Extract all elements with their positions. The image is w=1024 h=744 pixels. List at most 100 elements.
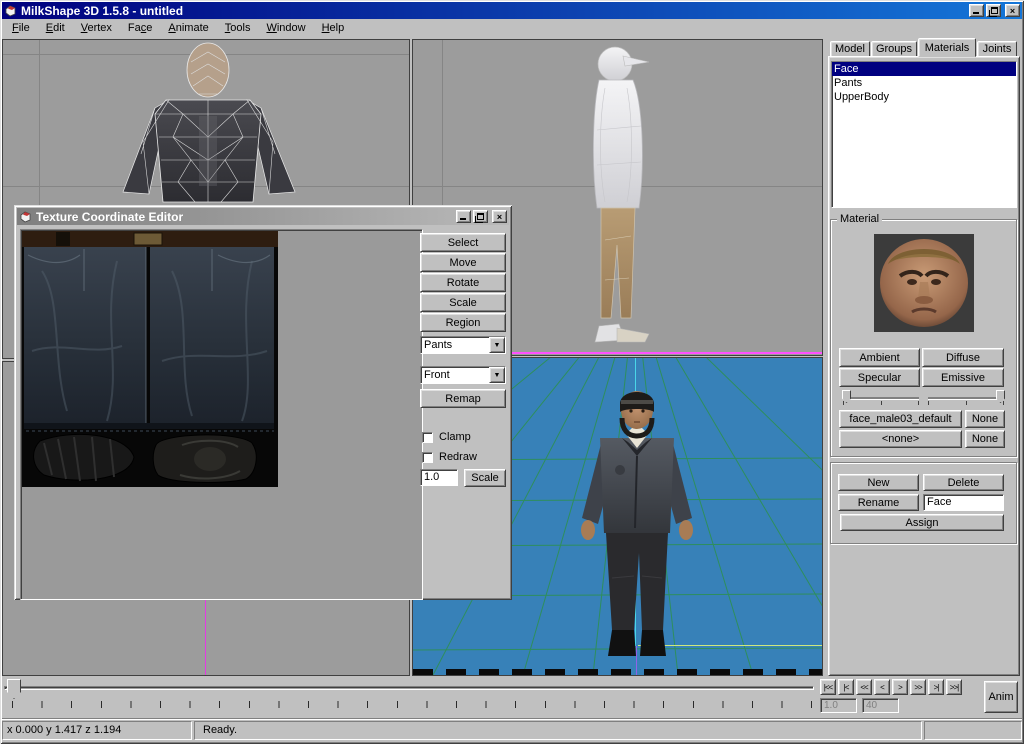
- menu-window[interactable]: Window: [258, 20, 313, 36]
- total-frames-field[interactable]: 40: [862, 698, 899, 713]
- close-icon: ×: [1010, 6, 1015, 16]
- transparency-slider-track[interactable]: [928, 397, 1004, 399]
- texture-editor-title: Texture Coordinate Editor: [36, 210, 183, 224]
- chevron-down-icon[interactable]: ▼: [489, 337, 505, 353]
- emissive-button[interactable]: Emissive: [922, 368, 1004, 387]
- tab-joints[interactable]: Joints: [977, 41, 1017, 57]
- alpha-none-button[interactable]: None: [965, 430, 1005, 448]
- next-frame-button[interactable]: >: [892, 679, 908, 695]
- status-extra: [924, 721, 1022, 740]
- assign-button[interactable]: Assign: [840, 514, 1004, 531]
- current-frame-field[interactable]: 1.0: [820, 698, 857, 713]
- status-coordinates: x 0.000 y 1.417 z 1.194: [2, 721, 192, 740]
- texture-none-button[interactable]: None: [965, 410, 1005, 428]
- face-texture-preview: [874, 234, 974, 332]
- scale-tool-button[interactable]: Scale: [420, 293, 506, 312]
- menu-edit[interactable]: Edit: [38, 20, 73, 36]
- slider-ticks: [928, 401, 1004, 405]
- minimize-icon: [460, 218, 466, 220]
- app-icon: [4, 4, 17, 17]
- timeline-track[interactable]: [4, 686, 814, 690]
- window-title: MilkShape 3D 1.5.8 - untitled: [21, 4, 183, 18]
- status-message: Ready.: [194, 721, 922, 740]
- restore-button[interactable]: [986, 4, 1001, 17]
- list-item-face[interactable]: Face: [832, 62, 1016, 76]
- texture-editor-title-bar[interactable]: Texture Coordinate Editor ×: [17, 208, 509, 225]
- menu-tools[interactable]: Tools: [217, 20, 259, 36]
- texture-map-button[interactable]: face_male03_default: [839, 410, 962, 428]
- material-groupbox-label: Material: [837, 213, 882, 225]
- slider-ticks: [843, 401, 919, 405]
- timeline-thumb[interactable]: [7, 679, 21, 699]
- diffuse-button[interactable]: Diffuse: [922, 348, 1004, 367]
- menu-file[interactable]: File: [4, 20, 38, 36]
- select-button[interactable]: Select: [420, 233, 506, 252]
- title-bar: MilkShape 3D 1.5.8 - untitled ×: [2, 2, 1022, 19]
- fast-rewind-button[interactable]: <<: [856, 679, 872, 695]
- clamp-checkbox[interactable]: [422, 432, 433, 443]
- material-preview: [874, 234, 974, 332]
- remap-button[interactable]: Remap: [420, 389, 506, 408]
- list-item-upperbody[interactable]: UpperBody: [832, 90, 1016, 104]
- new-button[interactable]: New: [838, 474, 919, 491]
- right-panel: Model Groups Materials Joints Face Pants…: [828, 37, 1022, 676]
- scale-value-input[interactable]: 1.0: [420, 469, 458, 486]
- texture-coordinate-editor-window: Texture Coordinate Editor ×: [14, 205, 512, 600]
- last-frame-button[interactable]: >>|: [946, 679, 962, 695]
- rotate-button[interactable]: Rotate: [420, 273, 506, 292]
- texture-editor-minimize-button[interactable]: [456, 210, 471, 223]
- first-frame-button[interactable]: |<<: [820, 679, 836, 695]
- specular-button[interactable]: Specular: [839, 368, 920, 387]
- model-3d-textured: [542, 378, 732, 668]
- shininess-slider-track[interactable]: [843, 397, 919, 399]
- timeline-ticks: [12, 701, 812, 708]
- prev-frame-button[interactable]: <: [874, 679, 890, 695]
- alpha-map-button[interactable]: <none>: [839, 430, 962, 448]
- redraw-checkbox[interactable]: [422, 452, 433, 463]
- menu-bar: File Edit Vertex Face Animate Tools Wind…: [2, 19, 1022, 37]
- menu-vertex[interactable]: Vertex: [73, 20, 120, 36]
- redraw-label: Redraw: [439, 451, 477, 463]
- model-front-wireframe: [103, 42, 313, 208]
- clamp-checkbox-row: Clamp: [422, 431, 471, 443]
- materials-list[interactable]: Face Pants UpperBody: [831, 61, 1017, 208]
- pants-texture-image: [22, 231, 278, 487]
- maximize-icon: [477, 213, 484, 220]
- region-button[interactable]: Region: [420, 313, 506, 332]
- texture-canvas[interactable]: [20, 229, 423, 600]
- redraw-checkbox-row: Redraw: [422, 451, 477, 463]
- minimize-button[interactable]: [969, 4, 984, 17]
- chevron-down-icon[interactable]: ▼: [489, 367, 505, 383]
- next-keyframe-button[interactable]: >|: [928, 679, 944, 695]
- menu-animate[interactable]: Animate: [160, 20, 216, 36]
- menu-face[interactable]: Face: [120, 20, 160, 36]
- texture-editor-icon: [19, 210, 32, 223]
- list-item-pants[interactable]: Pants: [832, 76, 1016, 90]
- model-side-wireframe: [555, 40, 675, 350]
- scale-apply-button[interactable]: Scale: [464, 469, 506, 487]
- clamp-label: Clamp: [439, 431, 471, 443]
- minimize-icon: [973, 12, 979, 14]
- material-name-input[interactable]: Face: [923, 494, 1004, 511]
- milkshape-window: MilkShape 3D 1.5.8 - untitled × File Edi…: [0, 0, 1024, 744]
- menu-help[interactable]: Help: [314, 20, 353, 36]
- close-icon: ×: [497, 212, 502, 222]
- anim-toggle-button[interactable]: Anim: [984, 681, 1018, 713]
- status-bar: x 0.000 y 1.417 z 1.194 Ready.: [2, 718, 1022, 740]
- close-button[interactable]: ×: [1005, 4, 1020, 17]
- delete-button[interactable]: Delete: [923, 474, 1004, 491]
- group-dropdown[interactable]: Pants ▼: [420, 336, 506, 354]
- ambient-button[interactable]: Ambient: [839, 348, 920, 367]
- view-dropdown[interactable]: Front ▼: [420, 366, 506, 384]
- near-grid-dashes: [413, 669, 822, 675]
- texture-editor-close-button[interactable]: ×: [492, 210, 507, 223]
- move-button[interactable]: Move: [420, 253, 506, 272]
- tab-model[interactable]: Model: [830, 41, 870, 57]
- fast-forward-button[interactable]: >>: [910, 679, 926, 695]
- rename-button[interactable]: Rename: [838, 494, 919, 511]
- prev-keyframe-button[interactable]: |<: [838, 679, 854, 695]
- animation-bar: |<< |< << < > >> >| >>| 1.0 40 Anim: [2, 676, 1022, 715]
- texture-editor-maximize-button[interactable]: [473, 210, 488, 223]
- tab-materials[interactable]: Materials: [918, 38, 976, 57]
- tab-groups[interactable]: Groups: [871, 41, 917, 57]
